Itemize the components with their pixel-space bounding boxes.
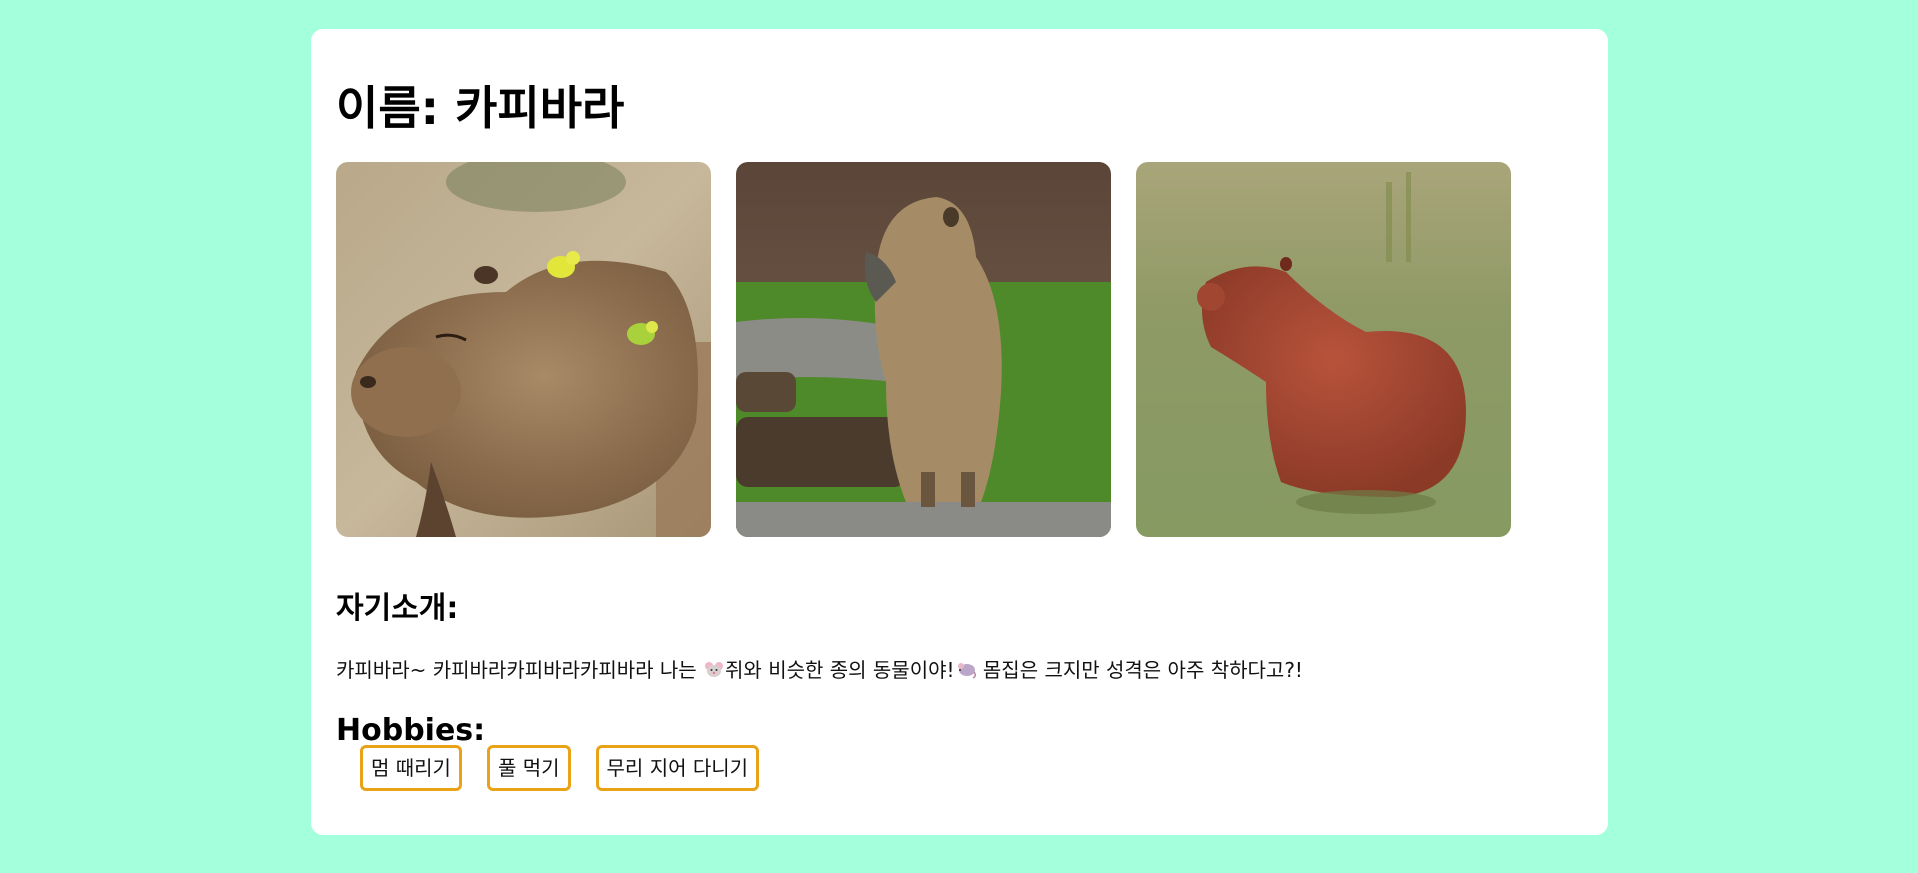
intro-text-part-2: 쥐와 비슷한 종의 동물이야! — [725, 658, 955, 682]
intro-text: 카피바라~ 카피바라카피바라카피바라 나는 쥐와 비슷한 종의 동물이야! 몸집… — [336, 657, 1303, 686]
hobby-list: 멈 때리기 풀 먹기 무리 지어 다니기 — [360, 745, 760, 791]
rat-icon — [955, 658, 977, 686]
hobby-item-moving-in-groups[interactable]: 무리 지어 다니기 — [595, 745, 760, 791]
capybara-photo-1 — [336, 162, 711, 537]
mouse-icon — [703, 658, 725, 686]
intro-text-part-3: 몸집은 크지만 성격은 아주 착하다고?! — [976, 658, 1303, 682]
profile-card: 이름: 카피바라 자기소개: 카피바라~ 카피바라카피바라카피바라 나는 쥐와 … — [311, 29, 1608, 835]
photo-gallery — [336, 162, 1511, 537]
hobby-item-eating-grass[interactable]: 풀 먹기 — [486, 745, 571, 791]
capybara-photo-3 — [1136, 162, 1511, 537]
intro-text-part-1: 카피바라~ 카피바라카피바라카피바라 나는 — [336, 658, 704, 682]
page-title: 이름: 카피바라 — [336, 81, 625, 135]
capybara-photo-2 — [736, 162, 1111, 537]
intro-heading: 자기소개: — [336, 591, 459, 626]
hobby-item-zoning-out[interactable]: 멈 때리기 — [360, 745, 462, 791]
hobbies-heading: Hobbies: — [336, 713, 486, 748]
